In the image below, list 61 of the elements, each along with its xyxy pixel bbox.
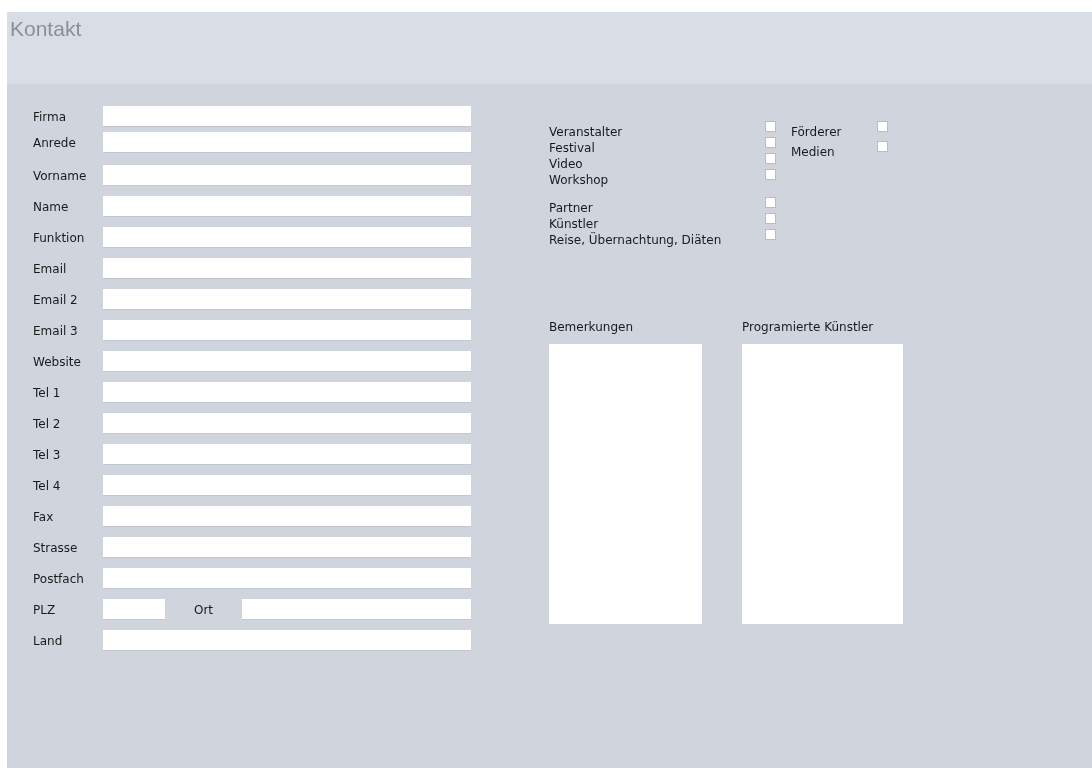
checkbox-label: Veranstalter	[549, 124, 624, 140]
input-field[interactable]	[103, 132, 471, 153]
field-label: Email 2	[33, 292, 79, 307]
input-field[interactable]	[103, 196, 471, 217]
checkbox-label: Workshop	[549, 172, 610, 188]
field-label: Land	[33, 633, 64, 648]
checkbox-label: Partner	[549, 200, 594, 216]
input-field[interactable]	[103, 475, 471, 496]
field-label: Tel 2	[33, 416, 62, 431]
input-field[interactable]	[103, 537, 471, 558]
memo-label: Bemerkungen	[549, 319, 635, 335]
field-label: Funktion	[33, 230, 86, 245]
input-field[interactable]	[103, 413, 471, 434]
checkbox[interactable]	[765, 153, 776, 164]
input-field[interactable]	[242, 599, 471, 620]
field-label: Vorname	[33, 168, 88, 183]
input-field[interactable]	[103, 599, 165, 620]
input-field[interactable]	[103, 289, 471, 310]
checkbox-label: Medien	[791, 144, 836, 160]
checkbox[interactable]	[765, 169, 776, 180]
field-label: Tel 4	[33, 478, 62, 493]
input-field[interactable]	[103, 444, 471, 465]
checkbox[interactable]	[765, 137, 776, 148]
field-label: Tel 3	[33, 447, 62, 462]
text-area[interactable]	[549, 344, 702, 624]
field-label: Website	[33, 354, 82, 369]
field-label: PLZ	[33, 602, 57, 617]
input-field[interactable]	[103, 630, 471, 651]
field-label: Strasse	[33, 540, 79, 555]
checkbox-label: Reise, Übernachtung, Diäten	[549, 232, 723, 248]
field-label: Anrede	[33, 135, 77, 150]
input-field[interactable]	[103, 106, 471, 127]
field-label: Email	[33, 261, 68, 276]
input-field[interactable]	[103, 165, 471, 186]
checkbox[interactable]	[765, 197, 776, 208]
text-area[interactable]	[742, 344, 903, 624]
input-field[interactable]	[103, 382, 471, 403]
checkbox-label: Förderer	[791, 124, 843, 140]
field-label: Fax	[33, 509, 55, 524]
input-field[interactable]	[103, 351, 471, 372]
checkbox-label: Künstler	[549, 216, 600, 232]
input-field[interactable]	[103, 568, 471, 589]
checkbox-label: Video	[549, 156, 584, 172]
field-label: Postfach	[33, 571, 85, 586]
field-label: Tel 1	[33, 385, 62, 400]
checkbox-label: Festival	[549, 140, 596, 156]
memo-label: Programierte Künstler	[742, 319, 875, 335]
field-label: Firma	[33, 109, 68, 124]
checkbox[interactable]	[765, 213, 776, 224]
field-label: Ort	[193, 602, 214, 617]
checkbox[interactable]	[765, 121, 776, 132]
input-field[interactable]	[103, 320, 471, 341]
form-title: Kontakt	[10, 17, 82, 40]
input-field[interactable]	[103, 258, 471, 279]
field-label: Name	[33, 199, 70, 214]
field-label: Email 3	[33, 323, 79, 338]
input-field[interactable]	[103, 506, 471, 527]
checkbox[interactable]	[877, 141, 888, 152]
checkbox[interactable]	[765, 229, 776, 240]
input-field[interactable]	[103, 227, 471, 248]
checkbox[interactable]	[877, 121, 888, 132]
